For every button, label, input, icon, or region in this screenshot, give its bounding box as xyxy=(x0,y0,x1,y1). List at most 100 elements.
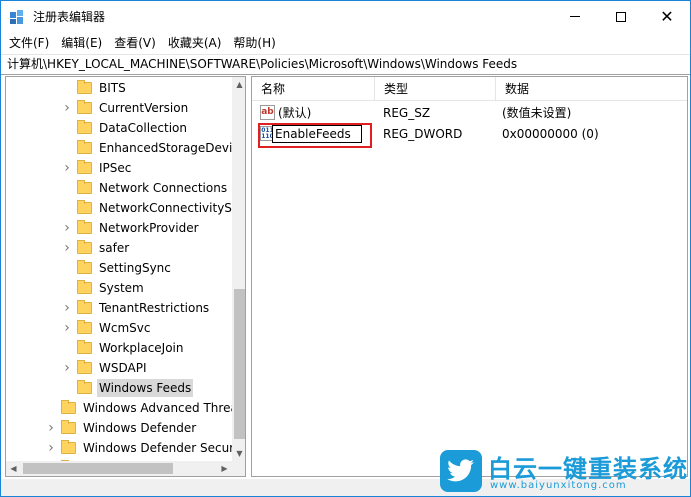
tree-item-label: Windows Feeds xyxy=(97,379,194,397)
menu-bar: 文件(F) 编辑(E) 查看(V) 收藏夹(A) 帮助(H) xyxy=(1,32,690,53)
bird-icon xyxy=(447,459,474,482)
tree-item[interactable]: › IPSec xyxy=(61,158,133,178)
tree-item[interactable]: › safer xyxy=(61,238,131,258)
tree-item[interactable]: NetworkConnectivityStatusIndicator xyxy=(61,198,245,218)
tree-item[interactable]: Windows Advanced Threat Protection xyxy=(45,398,245,418)
chevron-right-icon[interactable]: › xyxy=(45,418,57,438)
tree-item[interactable]: SettingSync xyxy=(61,258,173,278)
column-header-name[interactable]: 名称 xyxy=(252,77,375,101)
tree-item[interactable]: System xyxy=(61,278,146,298)
scroll-right-icon[interactable]: ▶ xyxy=(217,461,232,476)
registry-editor-window: 注册表编辑器 ✕ 文件(F) 编辑(E) 查看(V) 收藏夹(A) 帮助(H) … xyxy=(0,0,691,497)
tree-hscroll-thumb[interactable] xyxy=(23,463,173,474)
tree-item-label: TenantRestrictions xyxy=(99,301,210,315)
value-row-enablefeeds[interactable]: 011110 REG_DWORD 0x00000000 (0) xyxy=(252,123,687,148)
tree-item[interactable]: › Windows Defender xyxy=(45,418,198,438)
folder-icon xyxy=(77,380,92,394)
folder-icon xyxy=(77,300,92,314)
tree-item[interactable]: › WcmSvc xyxy=(61,318,152,338)
tree-item-label: WcmSvc xyxy=(99,321,151,335)
folder-icon xyxy=(77,100,92,114)
watermark: 白云一键重装系统 www.baiyunxitong.com xyxy=(440,450,690,497)
folder-icon xyxy=(77,160,92,174)
tree-item-label: BITS xyxy=(99,81,126,95)
tree-item[interactable]: › NetworkProvider xyxy=(61,218,201,238)
folder-icon xyxy=(77,240,92,254)
tree-item-label: DataCollection xyxy=(99,121,188,135)
maximize-button[interactable] xyxy=(598,1,644,32)
chevron-right-icon[interactable]: › xyxy=(61,358,73,378)
chevron-right-icon[interactable]: › xyxy=(61,318,73,338)
menu-help[interactable]: 帮助(H) xyxy=(227,33,281,53)
folder-icon xyxy=(77,340,92,354)
value-row-default[interactable]: ab (默认) REG_SZ (数值未设置) xyxy=(252,102,687,124)
close-button[interactable]: ✕ xyxy=(644,1,690,32)
minimize-icon xyxy=(570,16,580,17)
tree-item[interactable]: BITS xyxy=(61,78,128,98)
scrollbar-corner xyxy=(232,461,245,476)
tree-item-label: Windows Advanced Threat Protection xyxy=(83,401,245,415)
list-header: 名称 类型 数据 xyxy=(252,77,687,101)
folder-icon xyxy=(61,420,76,434)
folder-icon xyxy=(77,280,92,294)
tree-item-label: CurrentVersion xyxy=(99,101,189,115)
tree-item[interactable]: DataCollection xyxy=(61,118,189,138)
address-bar[interactable]: 计算机\HKEY_LOCAL_MACHINE\SOFTWARE\Policies… xyxy=(1,54,690,75)
tree-item[interactable]: › CurrentVersion xyxy=(61,98,190,118)
minimize-button[interactable] xyxy=(552,1,598,32)
tree-item[interactable]: Windows Feeds xyxy=(61,378,194,398)
tree-item[interactable]: › WSDAPI xyxy=(61,358,149,378)
chevron-right-icon[interactable]: › xyxy=(61,238,73,258)
folder-icon xyxy=(77,320,92,334)
chevron-right-icon[interactable]: › xyxy=(61,158,73,178)
scroll-up-icon[interactable]: ▲ xyxy=(232,77,245,92)
value-type: REG_SZ xyxy=(383,106,431,120)
bird-logo-icon xyxy=(440,450,482,492)
chevron-right-icon[interactable]: › xyxy=(61,218,73,238)
rename-value-input[interactable] xyxy=(272,125,362,143)
close-icon: ✕ xyxy=(660,6,674,26)
tree-item-label: IPSec xyxy=(99,161,132,175)
tree-vertical-scrollbar[interactable]: ▲ ▼ xyxy=(232,77,245,461)
chevron-right-icon[interactable]: › xyxy=(61,298,73,318)
value-name: (默认) xyxy=(278,106,312,120)
folder-icon xyxy=(77,360,92,374)
scroll-down-icon[interactable]: ▼ xyxy=(232,446,245,461)
watermark-title: 白云一键重装系统 xyxy=(488,455,688,483)
tree-item-label: NetworkProvider xyxy=(99,221,199,235)
column-header-data[interactable]: 数据 xyxy=(496,77,687,101)
tree-vscroll-thumb[interactable] xyxy=(234,289,245,439)
tree-item-label: Windows Defender Security Center xyxy=(83,441,246,455)
menu-view[interactable]: 查看(V) xyxy=(108,33,162,53)
menu-edit[interactable]: 编辑(E) xyxy=(55,33,108,53)
tree-item[interactable]: › TenantRestrictions xyxy=(61,298,211,318)
title-bar[interactable]: 注册表编辑器 ✕ xyxy=(1,1,690,32)
menu-file[interactable]: 文件(F) xyxy=(3,33,55,53)
chevron-right-icon[interactable]: › xyxy=(61,98,73,118)
maximize-icon xyxy=(616,11,626,22)
tree-item-label: WSDAPI xyxy=(99,361,147,375)
folder-icon xyxy=(61,440,76,454)
scroll-left-icon[interactable]: ◀ xyxy=(6,461,21,476)
tree-horizontal-scrollbar[interactable]: ◀ ▶ xyxy=(6,461,232,476)
tree-item[interactable]: WorkplaceJoin xyxy=(61,338,186,358)
tree-item[interactable]: EnhancedStorageDevices xyxy=(61,138,245,158)
column-header-type[interactable]: 类型 xyxy=(375,77,496,101)
tree-item[interactable]: Network Connections xyxy=(61,178,229,198)
watermark-url: www.baiyunxitong.com xyxy=(490,480,627,491)
chevron-right-icon[interactable]: › xyxy=(45,438,57,458)
tree-item-label: System xyxy=(99,281,144,295)
menu-favorites[interactable]: 收藏夹(A) xyxy=(162,33,228,53)
folder-icon xyxy=(77,260,92,274)
regedit-app-icon xyxy=(10,10,23,24)
folder-icon xyxy=(77,140,92,154)
tree-item-label: Windows Defender xyxy=(83,421,197,435)
tree-item[interactable]: › Windows Defender Security Center xyxy=(45,438,246,458)
